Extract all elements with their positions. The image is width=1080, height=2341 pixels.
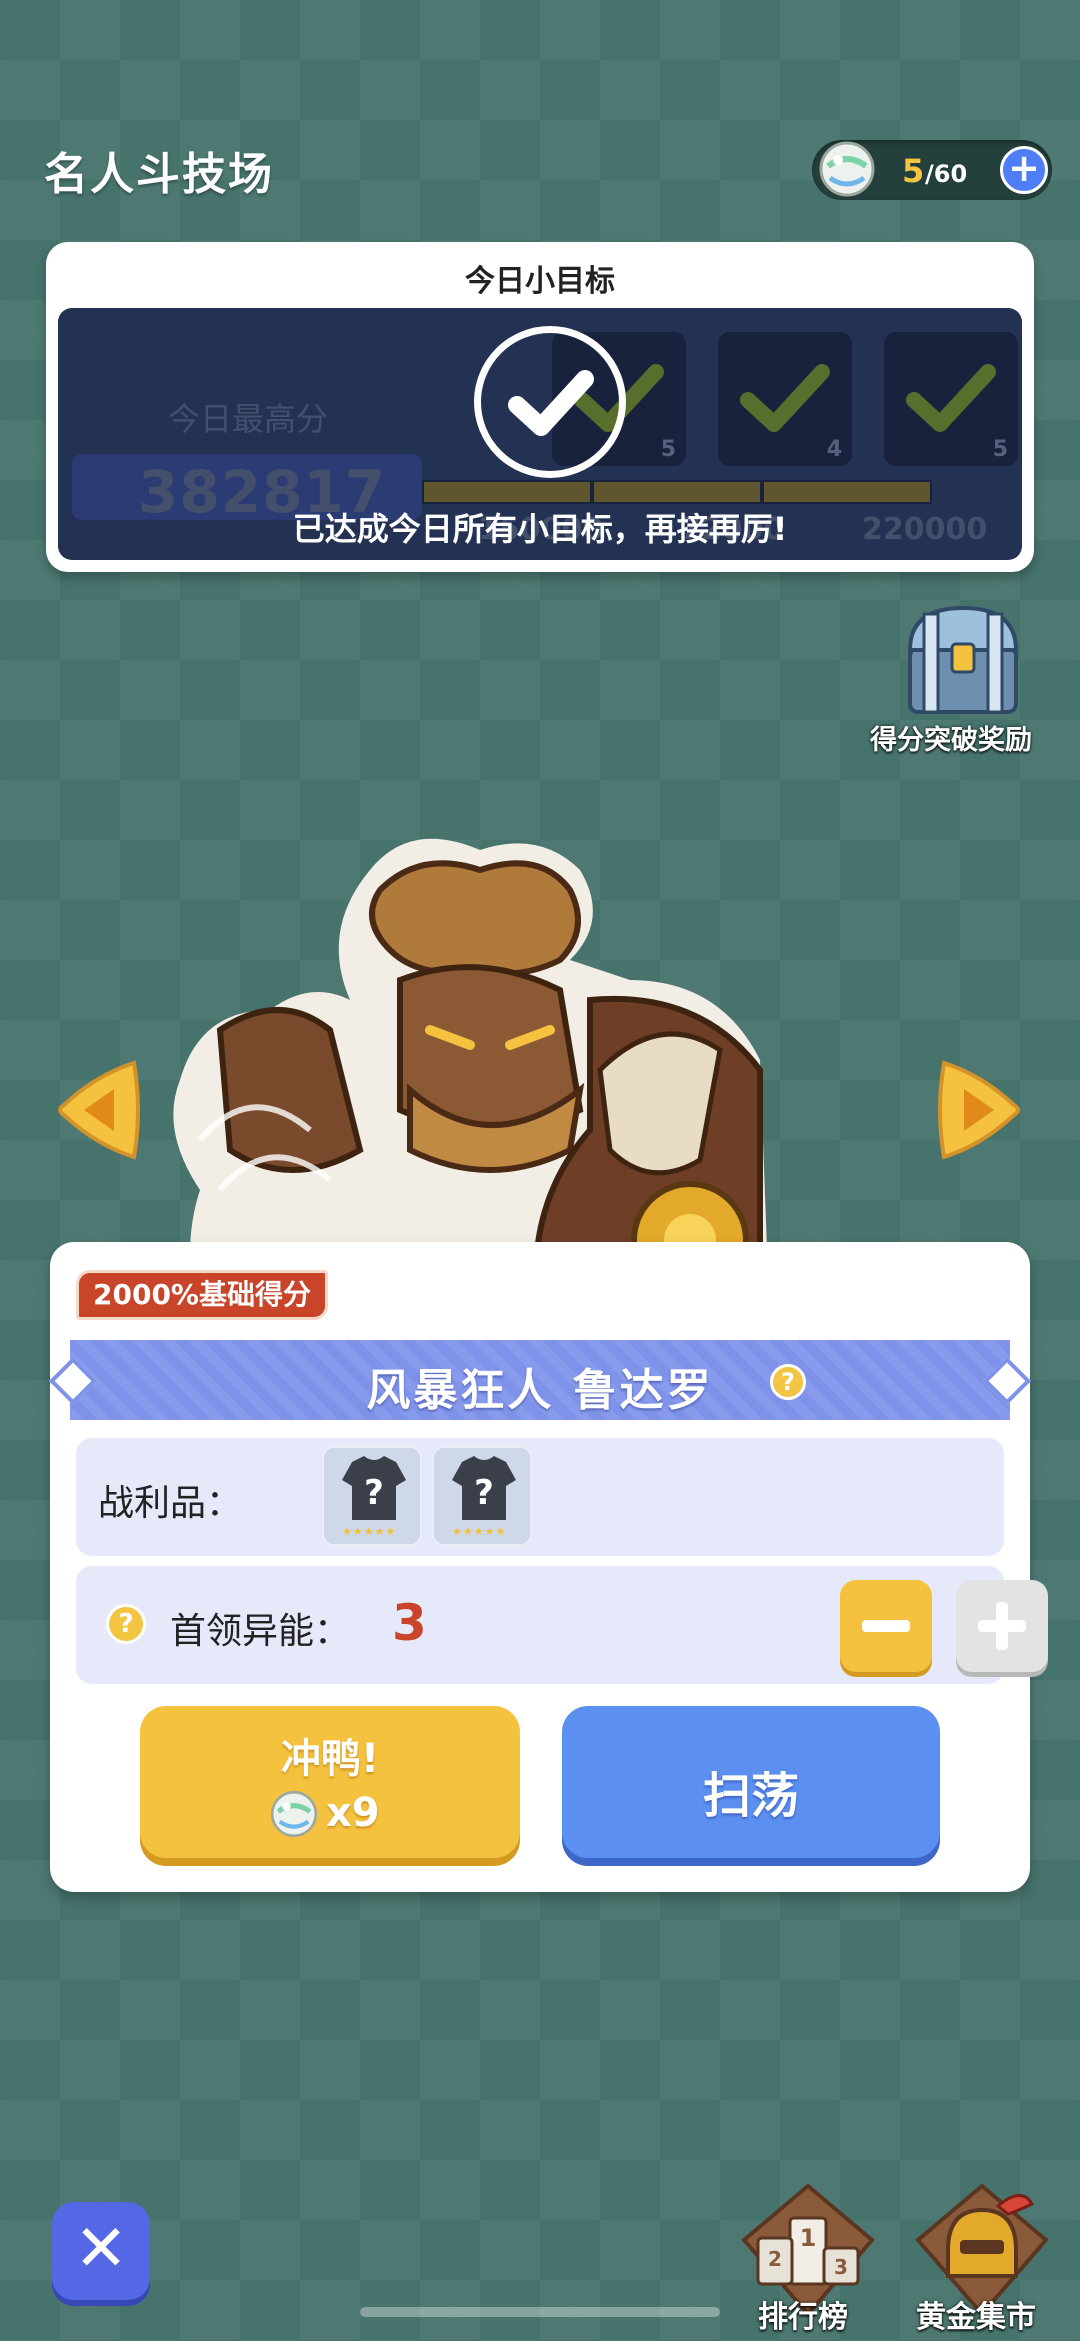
increase-ability-button[interactable] bbox=[956, 1580, 1048, 1672]
boss-name-banner: 风暴狂人 鲁达罗 ? bbox=[70, 1340, 1010, 1420]
ability-value: 3 bbox=[392, 1594, 427, 1652]
next-boss-arrow[interactable] bbox=[936, 1055, 1022, 1165]
unknown-armor-icon: ? bbox=[452, 1456, 516, 1520]
energy-gem-icon bbox=[270, 1790, 318, 1838]
energy-max: /60 bbox=[925, 160, 968, 188]
home-indicator[interactable] bbox=[360, 2307, 720, 2317]
svg-text:?: ? bbox=[364, 1473, 384, 1513]
boss-name: 风暴狂人 鲁达罗 bbox=[366, 1365, 714, 1416]
all-complete-check-icon bbox=[474, 326, 626, 478]
leaderboard-label[interactable]: 排行榜 bbox=[758, 2292, 848, 2336]
add-energy-button[interactable]: + bbox=[1000, 146, 1048, 194]
sweep-button[interactable]: 扫荡 bbox=[562, 1706, 940, 1858]
sweep-label: 扫荡 bbox=[702, 1768, 799, 1824]
loot-slot[interactable]: ? ★★★★★ bbox=[322, 1446, 422, 1546]
challenge-cost: x9 bbox=[326, 1790, 380, 1836]
loot-stars: ★★★★★ bbox=[342, 1525, 397, 1538]
ability-help-icon[interactable]: ? bbox=[106, 1604, 146, 1644]
loot-stars: ★★★★★ bbox=[452, 1525, 507, 1538]
decrease-ability-button[interactable] bbox=[840, 1580, 932, 1672]
daily-goals-panel: 今日小目标 今日最高分 382817 5 4 5 150000 72000 22… bbox=[46, 242, 1034, 572]
loot-slot[interactable]: ? ★★★★★ bbox=[432, 1446, 532, 1546]
close-button[interactable]: ✕ bbox=[52, 2202, 150, 2300]
boss-card: 2000%基础得分 风暴狂人 鲁达罗 ? 战利品： ? ★★★★★ ? ★★★★… bbox=[50, 1242, 1048, 1892]
golden-market-label[interactable]: 黄金集市 bbox=[916, 2292, 1036, 2336]
boss-ability-row: ? 首领异能： 3 bbox=[76, 1566, 1048, 1684]
loot-row: 战利品： ? ★★★★★ ? ★★★★★ bbox=[76, 1438, 1004, 1556]
challenge-button[interactable]: 冲鸭! x9 bbox=[140, 1706, 520, 1858]
svg-text:3: 3 bbox=[834, 2255, 848, 2279]
energy-count: 5 bbox=[902, 152, 925, 190]
ability-label: 首领异能： bbox=[170, 1611, 351, 1652]
energy-counter: 5 /60 + bbox=[812, 140, 1052, 200]
daily-goals-title: 今日小目标 bbox=[465, 264, 615, 299]
svg-text:2: 2 bbox=[768, 2247, 782, 2271]
energy-gem-icon bbox=[819, 141, 875, 197]
goals-complete-message: 已达成今日所有小目标，再接再厉! bbox=[292, 510, 788, 548]
challenge-label: 冲鸭! bbox=[280, 1736, 380, 1782]
close-icon: ✕ bbox=[74, 2212, 128, 2286]
minus-icon bbox=[862, 1620, 910, 1632]
page-title: 名人斗技场 bbox=[44, 149, 274, 200]
treasure-chest-icon[interactable] bbox=[896, 600, 1030, 718]
loot-label: 战利品： bbox=[98, 1483, 243, 1524]
unknown-armor-icon: ? bbox=[342, 1456, 406, 1520]
score-reward-label[interactable]: 得分突破奖励 bbox=[870, 718, 1032, 757]
boss-info-help-icon[interactable]: ? bbox=[770, 1364, 806, 1400]
svg-text:1: 1 bbox=[800, 2224, 817, 2252]
svg-text:?: ? bbox=[474, 1473, 494, 1513]
base-score-badge: 2000%基础得分 bbox=[76, 1270, 328, 1320]
previous-boss-arrow[interactable] bbox=[56, 1055, 142, 1165]
daily-goals-content: 今日最高分 382817 5 4 5 150000 72000 220000 已… bbox=[58, 308, 1022, 560]
